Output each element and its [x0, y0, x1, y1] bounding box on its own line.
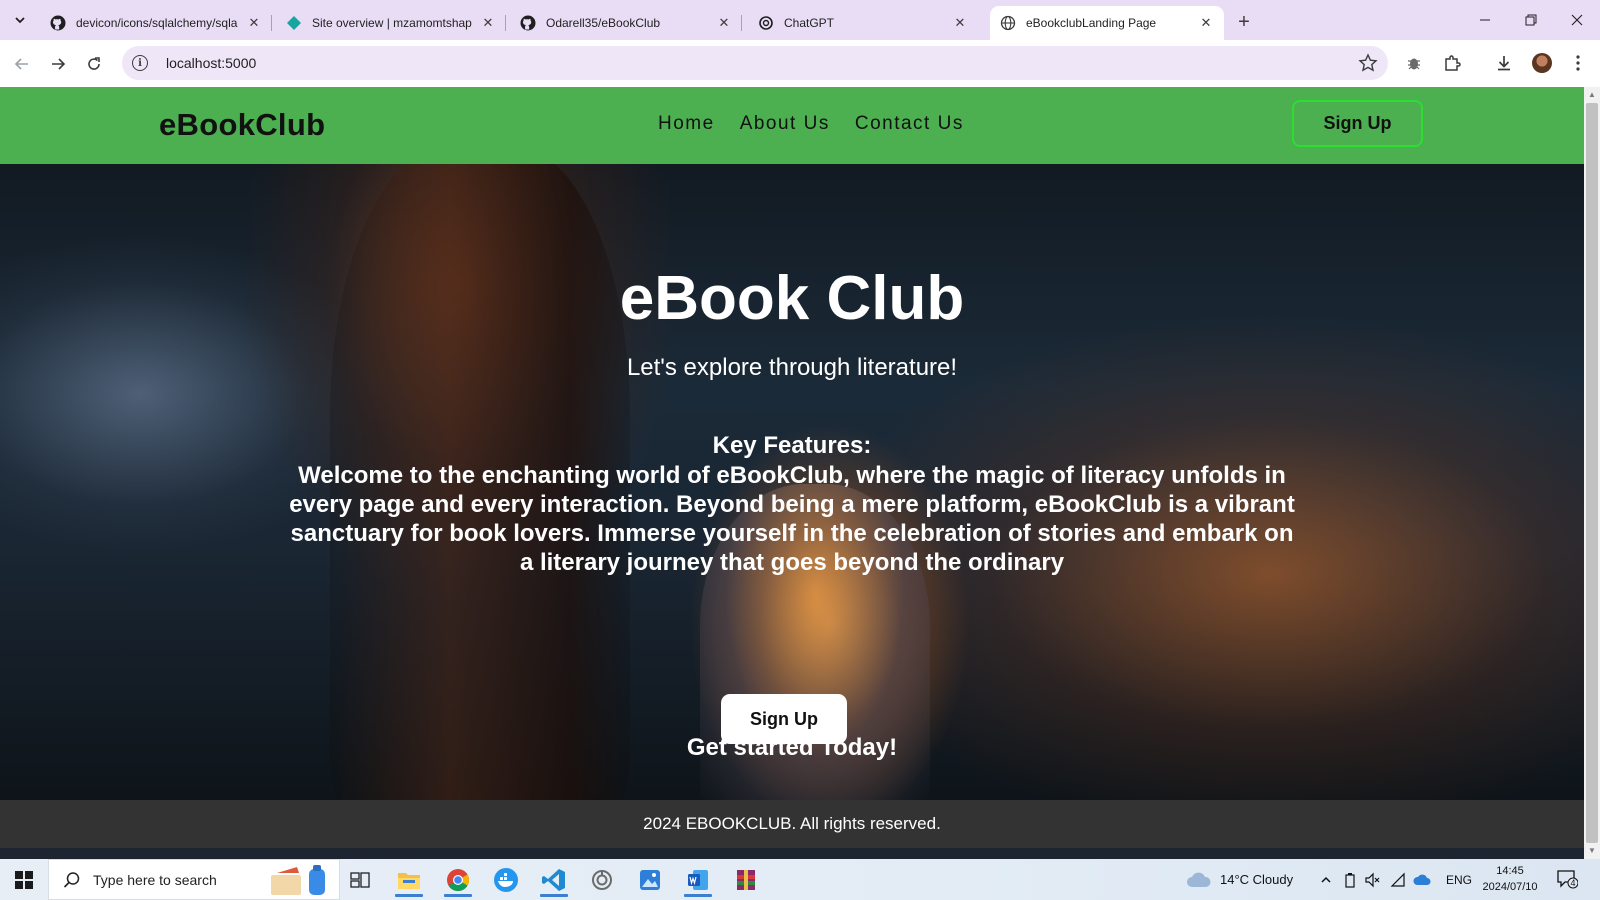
- hero-signup-button[interactable]: Sign Up: [721, 694, 847, 744]
- extensions-puzzle-icon[interactable]: [1440, 51, 1464, 75]
- footer-copyright: 2024 EBOOKCLUB. All rights reserved.: [643, 814, 941, 833]
- tab-title: devicon/icons/sqlalchemy/sqlalchemy: [76, 16, 238, 30]
- start-button[interactable]: [0, 859, 48, 900]
- search-placeholder: Type here to search: [93, 871, 217, 888]
- docker-icon[interactable]: [486, 863, 526, 897]
- vscode-icon[interactable]: [534, 863, 574, 897]
- language-indicator[interactable]: ENG: [1446, 859, 1472, 900]
- restore-button[interactable]: [1508, 0, 1554, 40]
- tab-title: Site overview | mzamomtshapri: [312, 16, 472, 30]
- taskbar-clock[interactable]: 14:45 2024/07/10: [1477, 863, 1543, 895]
- browser-toolbar: i localhost:5000: [0, 40, 1600, 87]
- weather-text: 14°C Cloudy: [1220, 872, 1294, 887]
- photos-icon[interactable]: [630, 863, 670, 897]
- tab-title: ChatGPT: [784, 16, 835, 30]
- site-header: eBookClub Home About Us Contact Us Sign …: [0, 87, 1584, 164]
- clock-date: 2024/07/10: [1482, 881, 1538, 893]
- close-window-button[interactable]: [1554, 0, 1600, 40]
- nav-about-link[interactable]: About Us: [740, 113, 830, 135]
- address-bar[interactable]: i localhost:5000: [122, 46, 1388, 80]
- reload-icon: [88, 57, 100, 70]
- new-tab-button[interactable]: +: [1232, 10, 1256, 34]
- windows-logo-icon: [15, 870, 33, 889]
- weather-widget[interactable]: 14°C Cloudy: [1186, 859, 1293, 900]
- scroll-up-arrow-icon[interactable]: ▲: [1588, 91, 1596, 99]
- site-logo[interactable]: eBookClub: [159, 107, 325, 143]
- cloud-icon: [1187, 872, 1211, 887]
- forward-button[interactable]: [44, 50, 72, 78]
- battery-icon[interactable]: [1343, 859, 1357, 900]
- close-icon[interactable]: ✕: [716, 15, 732, 31]
- browser-tab[interactable]: devicon/icons/sqlalchemy/sqlalchemy ✕: [40, 6, 272, 40]
- hero-title: eBook Club: [619, 264, 965, 333]
- windows-taskbar: Type here to search 14°C Cloudy ENG 14:4…: [0, 859, 1600, 900]
- close-icon[interactable]: ✕: [246, 15, 262, 31]
- hero-section: eBook Club Let's explore through literat…: [0, 164, 1584, 800]
- reload-button[interactable]: [80, 50, 108, 78]
- features-text: Welcome to the enchanting world of eBook…: [289, 462, 1295, 576]
- word-icon[interactable]: [678, 863, 718, 897]
- chevron-up-icon: [1321, 876, 1331, 883]
- site-footer: 2024 EBOOKCLUB. All rights reserved.: [0, 800, 1584, 848]
- taskbar-search-box[interactable]: Type here to search: [48, 859, 340, 900]
- winrar-icon[interactable]: [726, 863, 766, 897]
- header-signup-button[interactable]: Sign Up: [1292, 100, 1423, 147]
- file-explorer-icon[interactable]: [389, 863, 429, 897]
- browser-tab-strip: devicon/icons/sqlalchemy/sqlalchemy ✕ Si…: [0, 0, 1600, 40]
- close-icon[interactable]: ✕: [952, 15, 968, 31]
- extension-bug-icon[interactable]: [1402, 51, 1426, 75]
- arrow-right-icon: [52, 58, 66, 70]
- task-view-icon[interactable]: [340, 863, 380, 897]
- close-icon: [1571, 14, 1583, 26]
- browser-tab[interactable]: ChatGPT ✕: [748, 6, 978, 40]
- more-menu-icon[interactable]: [1566, 51, 1590, 75]
- tab-title: eBookclubLanding Page: [1026, 16, 1157, 30]
- github-icon: [520, 15, 536, 31]
- url-text[interactable]: localhost:5000: [166, 55, 256, 71]
- tab-title: Odarell35/eBookClub: [546, 16, 661, 30]
- features-heading: Key Features:: [712, 432, 872, 459]
- netlify-icon: [286, 15, 302, 31]
- show-hidden-icons-button[interactable]: [1320, 859, 1332, 900]
- wifi-icon[interactable]: [1390, 859, 1406, 900]
- profile-avatar[interactable]: [1532, 53, 1552, 73]
- chevron-down-icon: [15, 17, 25, 24]
- chatgpt-icon: [758, 15, 774, 31]
- close-icon[interactable]: ✕: [1198, 15, 1214, 31]
- scrollbar-thumb[interactable]: [1586, 103, 1598, 843]
- notification-count: 4: [1570, 878, 1576, 888]
- bookmark-star-icon[interactable]: [1358, 53, 1378, 73]
- hero-subtitle: Let's explore through literature!: [626, 354, 958, 381]
- language-text: ENG: [1446, 872, 1473, 887]
- back-button[interactable]: [8, 50, 36, 78]
- search-highlight-icon: [271, 865, 325, 895]
- notification-center-button[interactable]: 4: [1556, 869, 1579, 889]
- clock-time: 14:45: [1496, 865, 1524, 877]
- main-nav: Home About Us Contact Us: [658, 113, 964, 135]
- nav-home-link[interactable]: Home: [658, 113, 715, 135]
- page-scrollbar[interactable]: ▲ ▼: [1584, 87, 1600, 859]
- page-bottom-strip: [0, 848, 1584, 859]
- browser-tab[interactable]: Odarell35/eBookClub ✕: [510, 6, 742, 40]
- browser-tab[interactable]: Site overview | mzamomtshapri ✕: [276, 6, 506, 40]
- tab-search-button[interactable]: [6, 8, 34, 32]
- nav-contact-link[interactable]: Contact Us: [855, 113, 964, 135]
- close-icon[interactable]: ✕: [480, 15, 496, 31]
- minimize-icon: [1480, 19, 1490, 21]
- chrome-icon[interactable]: [438, 863, 478, 897]
- onedrive-icon[interactable]: [1413, 859, 1431, 900]
- speaker-muted-icon[interactable]: [1364, 859, 1380, 900]
- search-icon: [63, 871, 80, 888]
- github-icon: [50, 15, 66, 31]
- web-page: eBookClub Home About Us Contact Us Sign …: [0, 87, 1584, 859]
- arrow-left-icon: [14, 58, 28, 70]
- download-icon[interactable]: [1492, 51, 1516, 75]
- restore-icon: [1525, 14, 1537, 26]
- globe-icon: [1000, 15, 1016, 31]
- app-icon[interactable]: [582, 863, 622, 897]
- minimize-button[interactable]: [1462, 0, 1508, 40]
- scroll-down-arrow-icon[interactable]: ▼: [1588, 847, 1596, 855]
- browser-tab-active[interactable]: eBookclubLanding Page ✕: [990, 6, 1224, 40]
- site-info-icon[interactable]: i: [132, 55, 148, 71]
